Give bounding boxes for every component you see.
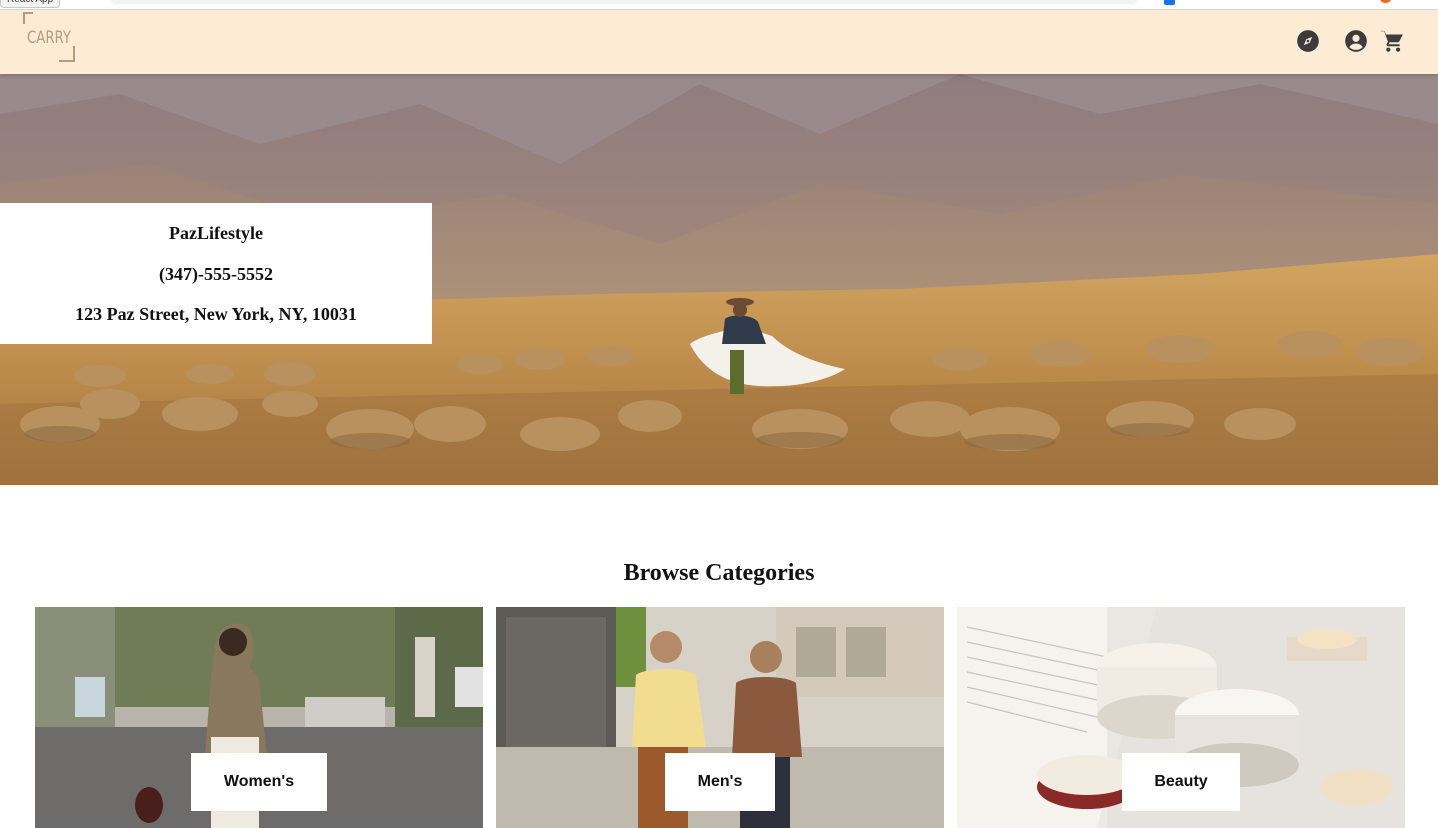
- section-title: Browse Categories: [623, 560, 815, 586]
- category-label[interactable]: Men's: [665, 753, 775, 811]
- hero-banner: PazLifestyle (347)-555-5552 123 Paz Stre…: [0, 74, 1438, 485]
- store-info-card: PazLifestyle (347)-555-5552 123 Paz Stre…: [0, 203, 432, 344]
- category-label[interactable]: Beauty: [1122, 753, 1240, 811]
- store-address: 123 Paz Street, New York, NY, 10031: [75, 304, 357, 324]
- store-name: PazLifestyle: [169, 223, 263, 243]
- logo-text: CARRY: [27, 28, 72, 48]
- store-phone: (347)-555-5552: [159, 264, 273, 284]
- shopping-cart-icon[interactable]: [1379, 28, 1405, 54]
- extension-icon[interactable]: [1164, 0, 1175, 5]
- browser-chrome: React App: [0, 0, 1438, 10]
- site-header: CARRY: [0, 10, 1438, 74]
- account-circle-icon[interactable]: [1343, 28, 1369, 54]
- brand-logo[interactable]: CARRY: [23, 12, 75, 62]
- category-card-womens[interactable]: Women's: [35, 607, 483, 828]
- logo-bracket-top: [23, 12, 33, 24]
- logo-bracket-bottom: [59, 46, 75, 62]
- address-bar[interactable]: [110, 0, 1138, 4]
- category-label[interactable]: Women's: [191, 753, 327, 811]
- category-card-beauty[interactable]: Beauty: [957, 607, 1405, 828]
- compass-icon[interactable]: [1295, 28, 1321, 54]
- extension-icon-orange[interactable]: [1379, 0, 1392, 3]
- category-card-mens[interactable]: Men's: [496, 607, 944, 828]
- devtools-tab[interactable]: React App: [0, 0, 61, 8]
